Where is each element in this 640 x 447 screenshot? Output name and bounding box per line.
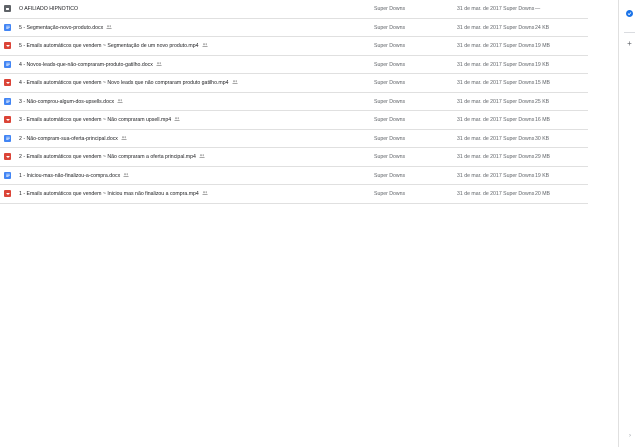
shared-people-icon <box>156 61 162 68</box>
file-modified: 31 de mar. de 2017 Super Downs <box>457 6 535 12</box>
file-name-text: 3 - Não-comprou-algum-dos-upsells.docx <box>19 98 115 105</box>
google-docs-icon <box>4 23 11 31</box>
file-row[interactable]: 5 - Emails automáticos que vendem ~ Segm… <box>0 37 588 56</box>
google-docs-icon <box>4 134 11 142</box>
file-modified: 31 de mar. de 2017 Super Downs <box>457 24 535 31</box>
file-size: 19 MB <box>535 43 550 49</box>
file-size: 24 KB <box>535 24 550 31</box>
file-owner: Super Downs <box>374 6 406 12</box>
google-docs-icon <box>4 60 11 68</box>
file-size: 15 MB <box>535 80 550 86</box>
file-modified: 31 de mar. de 2017 Super Downs <box>457 154 535 160</box>
file-name-text: 1 - Emails automáticos que vendem ~ Inic… <box>19 191 199 197</box>
file-owner: Super Downs <box>374 191 406 197</box>
file-row[interactable]: 3 - Emails automáticos que vendem ~ Não … <box>0 111 588 130</box>
file-row[interactable]: 1 - Emails automáticos que vendem ~ Inic… <box>0 185 588 204</box>
google-docs-icon <box>4 171 11 179</box>
file-name[interactable]: 2 - Emails automáticos que vendem ~ Não … <box>19 154 205 160</box>
file-name-text: 3 - Emails automáticos que vendem ~ Não … <box>19 117 172 123</box>
shared-people-icon <box>202 191 208 197</box>
shared-people-icon <box>117 98 123 105</box>
file-size: 20 MB <box>535 191 550 197</box>
file-size: 29 MB <box>535 154 550 160</box>
video-file-icon <box>4 116 11 123</box>
file-name[interactable]: 4 - Emails automáticos que vendem ~ Novo… <box>19 80 238 86</box>
shared-people-icon <box>201 43 208 49</box>
file-list: O AFILIADO HIPNOTICO Super Downs 31 de mar… <box>0 0 588 204</box>
file-row[interactable]: 1 - Iniciou-mas-não-finalizou-a-compra.d… <box>0 167 588 185</box>
file-size: 30 KB <box>535 135 550 142</box>
file-name[interactable]: 5 - Segmentação-novo-produto.docx <box>19 25 112 31</box>
folder-icon <box>4 5 11 12</box>
file-name[interactable]: O AFILIADO HIPNOTICO <box>19 6 78 12</box>
file-name[interactable]: 4 - Novos-leads-que-não-compraram-produt… <box>19 62 162 68</box>
file-modified: 31 de mar. de 2017 Super Downs <box>457 43 535 49</box>
file-name[interactable]: 3 - Não-comprou-algum-dos-upsells.docx <box>19 99 123 105</box>
file-name-text: 5 - Segmentação-novo-produto.docx <box>19 24 104 31</box>
file-row[interactable]: 3 - Não-comprou-algum-dos-upsells.docx Su… <box>0 93 588 111</box>
file-size: 19 KB <box>535 172 550 179</box>
file-owner: Super Downs <box>374 98 406 105</box>
expand-panel-icon[interactable]: › <box>626 432 634 440</box>
file-size: 25 KB <box>535 98 550 105</box>
file-modified: 31 de mar. de 2017 Super Downs <box>457 191 535 197</box>
file-size: 19 KB <box>535 61 550 68</box>
video-file-icon <box>4 190 11 197</box>
file-name-text: O AFILIADO HIPNOTICO <box>19 6 79 12</box>
google-docs-icon <box>4 97 11 105</box>
shared-people-icon <box>121 135 127 142</box>
file-size: — <box>535 6 541 12</box>
file-name[interactable]: 1 - Emails automáticos que vendem ~ Inic… <box>19 191 208 197</box>
add-icon[interactable]: + <box>625 39 634 48</box>
tasks-check-icon[interactable] <box>626 10 633 17</box>
file-name-text: 2 - Não-compram-sua-oferta-principal.doc… <box>19 135 118 142</box>
file-owner: Super Downs <box>374 154 406 160</box>
shared-people-icon <box>199 154 205 160</box>
file-row[interactable]: 2 - Emails automáticos que vendem ~ Não … <box>0 148 588 167</box>
file-size: 16 MB <box>535 117 550 123</box>
shared-people-icon <box>123 172 129 179</box>
file-row[interactable]: 4 - Novos-leads-que-não-compraram-produt… <box>0 56 588 74</box>
side-panel-divider <box>624 32 635 33</box>
file-name[interactable]: 1 - Iniciou-mas-não-finalizou-a-compra.d… <box>19 173 129 179</box>
file-row[interactable]: 4 - Emails automáticos que vendem ~ Novo… <box>0 74 588 93</box>
file-row[interactable]: O AFILIADO HIPNOTICO Super Downs 31 de mar… <box>0 0 588 19</box>
file-name[interactable]: 5 - Emails automáticos que vendem ~ Segm… <box>19 43 208 49</box>
file-name-text: 4 - Emails automáticos que vendem ~ Novo… <box>19 80 229 86</box>
file-owner: Super Downs <box>374 172 406 179</box>
file-name[interactable]: 3 - Emails automáticos que vendem ~ Não … <box>19 117 180 123</box>
file-modified: 31 de mar. de 2017 Super Downs <box>457 80 535 86</box>
file-owner: Super Downs <box>374 24 406 31</box>
video-file-icon <box>4 153 11 160</box>
file-row[interactable]: 5 - Segmentação-novo-produto.docx Super D… <box>0 19 588 37</box>
video-file-icon <box>4 79 11 86</box>
file-name-text: 1 - Iniciou-mas-não-finalizou-a-compra.d… <box>19 172 121 179</box>
file-name[interactable]: 2 - Não-compram-sua-oferta-principal.doc… <box>19 136 127 142</box>
file-modified: 31 de mar. de 2017 Super Downs <box>457 61 535 68</box>
file-modified: 31 de mar. de 2017 Super Downs <box>457 117 535 123</box>
shared-people-icon <box>231 80 238 86</box>
file-name-text: 5 - Emails automáticos que vendem ~ Segm… <box>19 43 199 49</box>
file-modified: 31 de mar. de 2017 Super Downs <box>457 98 535 105</box>
file-modified: 31 de mar. de 2017 Super Downs <box>457 172 535 179</box>
side-panel: + › <box>618 0 640 447</box>
shared-people-icon <box>174 117 180 123</box>
file-name-text: 4 - Novos-leads-que-não-compraram-produt… <box>19 61 153 68</box>
file-owner: Super Downs <box>374 61 406 68</box>
file-owner: Super Downs <box>374 43 406 49</box>
file-name-text: 2 - Emails automáticos que vendem ~ Não … <box>19 154 196 160</box>
video-file-icon <box>4 42 11 49</box>
file-owner: Super Downs <box>374 117 406 123</box>
file-modified: 31 de mar. de 2017 Super Downs <box>457 135 535 142</box>
file-owner: Super Downs <box>374 135 406 142</box>
shared-people-icon <box>106 24 112 31</box>
file-owner: Super Downs <box>374 80 406 86</box>
file-row[interactable]: 2 - Não-compram-sua-oferta-principal.doc… <box>0 130 588 148</box>
